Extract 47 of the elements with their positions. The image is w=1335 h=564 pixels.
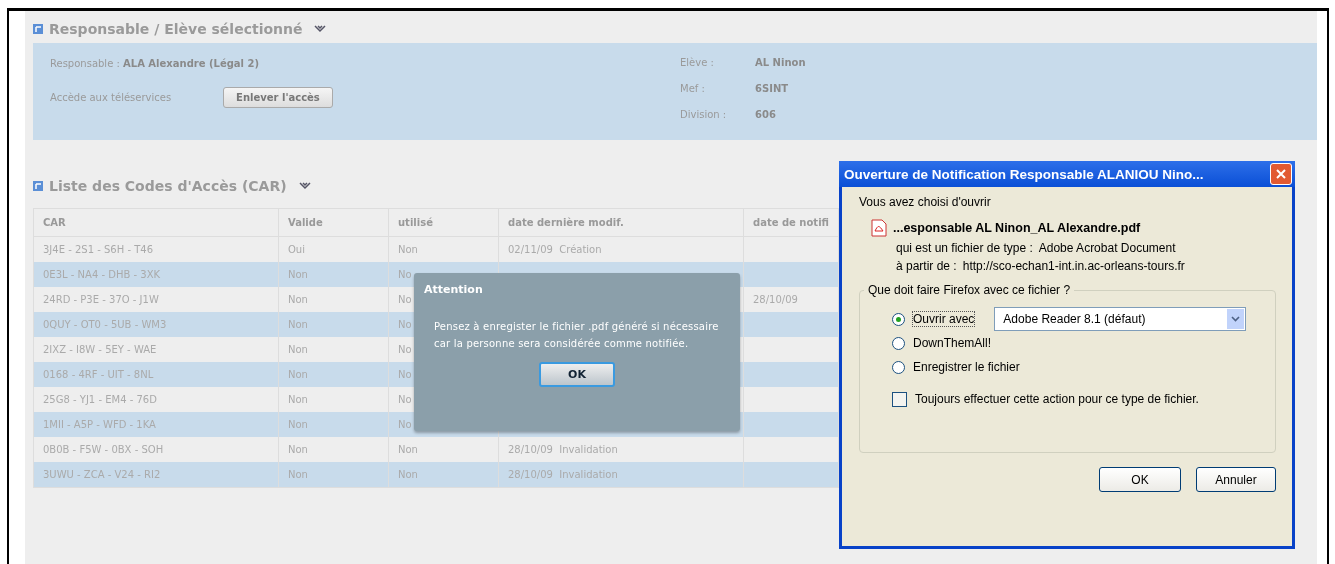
column-header: date dernière modif. <box>499 209 744 236</box>
checkbox-label[interactable]: Toujours effectuer cette action pour ce type de fichier. <box>915 392 1199 406</box>
field-value: AL Ninon <box>755 56 806 68</box>
dialog-button[interactable]: Annuler <box>1196 467 1276 492</box>
field-label: Division : <box>680 108 728 120</box>
dialog-button[interactable]: OK <box>1099 467 1181 492</box>
collapse-icon[interactable] <box>298 182 311 190</box>
field-label: Mef : <box>680 82 706 94</box>
checkbox[interactable] <box>892 391 907 407</box>
radio-button[interactable] <box>892 336 905 350</box>
window-title: Ouverture de Notification Responsable ALANIOU Nino... <box>844 166 1204 182</box>
section-icon <box>33 24 43 34</box>
field-value: 6SINT <box>755 82 789 94</box>
collapse-icon[interactable] <box>314 25 327 33</box>
group-title: Que doit faire Firefox avec ce fichier ? <box>867 283 1072 297</box>
intro-text: Vous avez choisi d'ouvrir <box>859 195 992 209</box>
app-select[interactable]: Adobe Reader 8.1 (défaut) <box>994 307 1247 331</box>
column-header: CAR <box>34 209 279 236</box>
field-value: 606 <box>755 108 776 120</box>
ok-button[interactable]: OK <box>539 362 615 387</box>
table-cell: 28/10/09 Invalidation <box>499 462 744 487</box>
type-value: Adobe Acrobat Document <box>1038 241 1176 255</box>
file-name: ...esponsable AL Ninon_AL Alexandre.pdf <box>893 221 1141 235</box>
type-label: qui est un fichier de type : <box>896 241 1033 255</box>
field-label: Elève : <box>680 56 715 68</box>
table-cell: Non <box>279 462 389 487</box>
section-icon <box>33 181 43 191</box>
close-button[interactable] <box>1270 163 1292 185</box>
remove-access-button[interactable]: Enlever l'accès <box>223 86 333 108</box>
section-title: Responsable / Elève sélectionné <box>49 21 303 37</box>
source-url: http://sco-echan1-int.in.ac-orleans-tours.fr <box>962 259 1185 273</box>
radio-button[interactable] <box>892 360 905 374</box>
column-header: utilisé <box>389 209 499 236</box>
table-cell: 3UWU - ZCA - V24 - RI2 <box>34 462 279 487</box>
radio-button[interactable] <box>892 312 905 326</box>
close-icon <box>1275 168 1287 180</box>
radio-label[interactable]: Ouvrir avec <box>913 312 975 326</box>
field-label: Responsable : <box>50 57 120 69</box>
field-label: Accède aux téléservices <box>50 91 172 103</box>
table-cell: Non <box>389 462 499 487</box>
source-label: à partir de : <box>896 259 957 273</box>
pdf-file-icon <box>871 219 887 237</box>
section-title: Liste des Codes d'Accès (CAR) <box>49 178 287 194</box>
field-value: ALA Alexandre (Légal 2) <box>123 57 260 69</box>
radio-label[interactable]: Enregistrer le fichier <box>913 360 1020 374</box>
radio-label[interactable]: DownThemAll! <box>913 336 992 350</box>
column-header: Valide <box>279 209 389 236</box>
